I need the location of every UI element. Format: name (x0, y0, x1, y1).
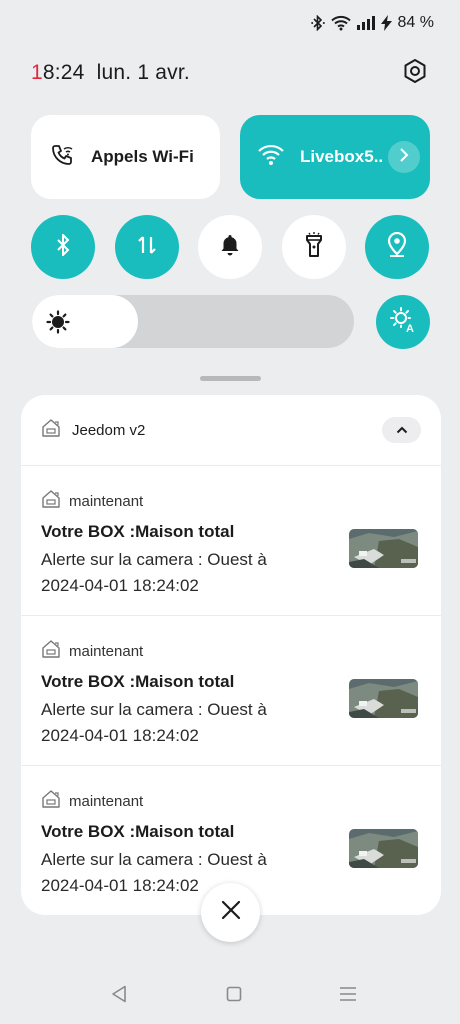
bluetooth-toggle[interactable] (31, 215, 95, 279)
date: lun. 1 avr. (96, 61, 190, 84)
notification-meta: maintenant (41, 789, 143, 814)
bluetooth-icon (55, 232, 71, 261)
data-arrows-icon (136, 234, 158, 261)
jeedom-app-icon (41, 489, 61, 514)
wifi-network-label: Livebox5.. (300, 147, 384, 166)
jeedom-app-icon (41, 418, 61, 443)
settings-button[interactable] (400, 58, 430, 88)
jeedom-app-icon (41, 789, 61, 814)
notification-title: Votre BOX :Maison total (41, 672, 235, 691)
flashlight-icon (305, 231, 323, 263)
jeedom-app-icon (41, 639, 61, 664)
notification-meta: maintenant (41, 639, 143, 664)
wifi-icon (330, 15, 351, 31)
camera-snapshot-thumbnail[interactable] (349, 829, 418, 868)
notification-body: Alerte sur la camera : Ouest à 2024-04-0… (41, 700, 267, 745)
camera-snapshot-thumbnail[interactable] (349, 529, 418, 568)
wifi-details-button[interactable] (388, 141, 420, 173)
notification-time: maintenant (69, 493, 144, 510)
clock-date: 18:24 lun. 1 avr. (31, 61, 190, 85)
location-toggle[interactable] (365, 215, 429, 279)
home-button[interactable] (222, 985, 246, 1007)
wifi-calling-tile[interactable]: Appels Wi-Fi (31, 115, 220, 199)
notification-time: maintenant (69, 793, 144, 810)
clock-hour-first-digit: 1 (31, 61, 43, 84)
signal-icon (356, 16, 375, 30)
location-icon (386, 231, 408, 263)
bell-icon (219, 233, 241, 262)
notification-item[interactable]: maintenant Votre BOX :Maison total Alert… (21, 466, 441, 616)
notification-item[interactable]: maintenant Votre BOX :Maison total Alert… (21, 616, 441, 766)
close-icon (221, 900, 241, 925)
wifi-tile[interactable]: Livebox5.. (240, 115, 430, 199)
notification-title: Votre BOX :Maison total (41, 522, 235, 541)
sun-icon (46, 310, 70, 339)
navigation-bar (0, 985, 460, 1009)
drag-handle[interactable] (200, 376, 261, 381)
notification-time: maintenant (69, 643, 144, 660)
chevron-up-icon (396, 421, 408, 439)
svg-text:A: A (406, 323, 414, 334)
notification-body: Alerte sur la camera : Ouest à 2024-04-0… (41, 850, 267, 895)
sound-toggle[interactable] (198, 215, 262, 279)
auto-brightness-button[interactable]: A (376, 295, 430, 349)
flashlight-toggle[interactable] (282, 215, 346, 279)
home-icon (226, 986, 242, 1007)
mobile-data-toggle[interactable] (115, 215, 179, 279)
charging-icon (380, 15, 392, 31)
clock-time: 8:24 (42, 61, 85, 84)
gear-icon (402, 58, 428, 89)
wifi-icon (258, 144, 284, 171)
collapse-button[interactable] (382, 417, 421, 443)
notification-panel: Jeedom v2 maintenant Votre BOX :Maison t… (21, 395, 441, 915)
notification-group-header[interactable]: Jeedom v2 (21, 395, 441, 466)
clear-notifications-button[interactable] (201, 883, 260, 942)
auto-brightness-icon: A (389, 306, 417, 339)
battery-percent: 84 % (397, 14, 434, 31)
brightness-slider[interactable] (32, 295, 354, 348)
notification-list: maintenant Votre BOX :Maison total Alert… (21, 466, 441, 915)
recents-button[interactable] (336, 985, 360, 1007)
recents-icon (339, 986, 357, 1007)
notification-meta: maintenant (41, 489, 143, 514)
wifi-call-icon (51, 143, 75, 172)
status-bar: 84 % (310, 14, 434, 32)
clock-row: 18:24 lun. 1 avr. (31, 58, 430, 88)
wifi-calling-label: Appels Wi-Fi (91, 147, 194, 166)
camera-snapshot-thumbnail[interactable] (349, 679, 418, 718)
back-icon (111, 985, 127, 1008)
app-name: Jeedom v2 (72, 421, 146, 439)
notification-body: Alerte sur la camera : Ouest à 2024-04-0… (41, 550, 267, 595)
bluetooth-icon (310, 15, 325, 31)
notification-title: Votre BOX :Maison total (41, 822, 235, 841)
back-button[interactable] (107, 985, 131, 1007)
chevron-right-icon (399, 147, 409, 167)
